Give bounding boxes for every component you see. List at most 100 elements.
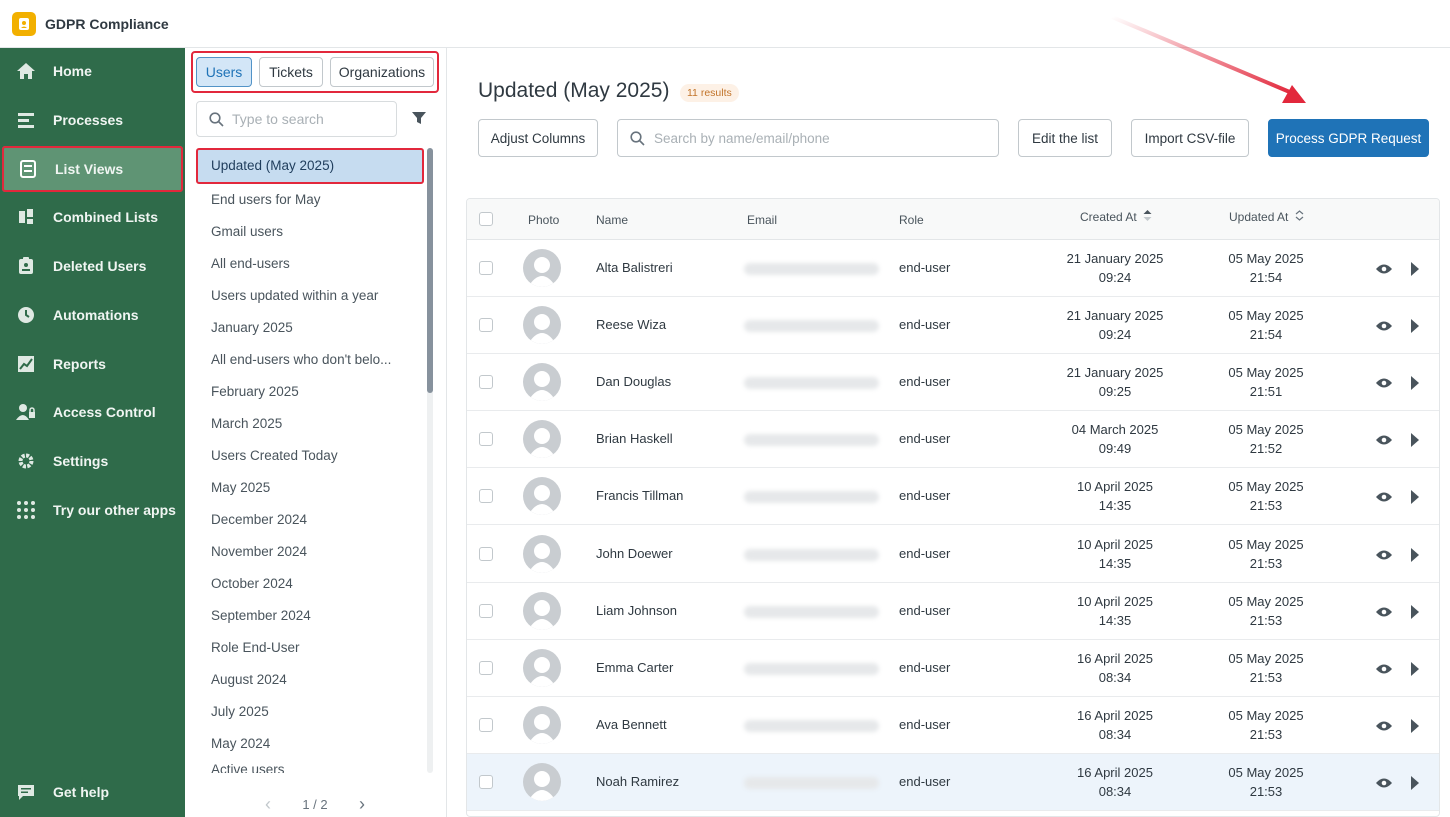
view-item[interactable]: Users updated within a year xyxy=(196,280,406,312)
table-row[interactable]: John Doewer end-user 10 April 2025 14:35 05 … xyxy=(467,526,1439,583)
get-help-link[interactable]: Get help xyxy=(0,769,185,815)
eye-icon[interactable] xyxy=(1376,663,1392,675)
view-item[interactable]: October 2024 xyxy=(196,568,406,600)
view-item[interactable]: November 2024 xyxy=(196,536,406,568)
view-item[interactable]: July 2025 xyxy=(196,696,406,728)
eye-icon[interactable] xyxy=(1376,777,1392,789)
sidebar-item-deleted-users[interactable]: Deleted Users xyxy=(0,243,185,289)
sidebar-item-home[interactable]: Home xyxy=(0,48,185,94)
row-checkbox[interactable] xyxy=(479,318,493,332)
row-checkbox[interactable] xyxy=(479,489,493,503)
tab-organizations[interactable]: Organizations xyxy=(330,57,434,87)
table-row[interactable]: Reese Wiza end-user 21 January 2025 09:24 05… xyxy=(467,297,1439,354)
view-item[interactable]: February 2025 xyxy=(196,376,406,408)
sidebar-item-reports[interactable]: Reports xyxy=(0,341,185,387)
row-checkbox[interactable] xyxy=(479,375,493,389)
user-name[interactable]: Dan Douglas xyxy=(596,374,671,389)
expand-arrow-icon[interactable] xyxy=(1410,433,1420,447)
view-item[interactable]: Gmail users xyxy=(196,216,406,248)
user-name[interactable]: John Doewer xyxy=(596,546,673,561)
view-item[interactable]: March 2025 xyxy=(196,408,406,440)
expand-arrow-icon[interactable] xyxy=(1410,719,1420,733)
sidebar-item-access-control[interactable]: Access Control xyxy=(0,389,185,435)
sidebar-item-settings[interactable]: Settings xyxy=(0,438,185,484)
row-checkbox[interactable] xyxy=(479,661,493,675)
row-checkbox[interactable] xyxy=(479,718,493,732)
row-checkbox[interactable] xyxy=(479,547,493,561)
expand-arrow-icon[interactable] xyxy=(1410,776,1420,790)
view-item[interactable]: Updated (May 2025) xyxy=(196,148,424,184)
view-item[interactable]: End users for May xyxy=(196,184,406,216)
user-name[interactable]: Ava Bennett xyxy=(596,717,667,732)
user-name[interactable]: Francis Tillman xyxy=(596,488,683,503)
view-item[interactable]: May 2024 xyxy=(196,728,406,760)
eye-icon[interactable] xyxy=(1376,263,1392,275)
user-name[interactable]: Alta Balistreri xyxy=(596,260,673,275)
eye-icon[interactable] xyxy=(1376,320,1392,332)
user-search-input[interactable] xyxy=(654,130,984,146)
table-row[interactable]: Ava Bennett end-user 16 April 2025 08:34 05 … xyxy=(467,697,1439,754)
expand-arrow-icon[interactable] xyxy=(1410,490,1420,504)
edit-list-button[interactable]: Edit the list xyxy=(1018,119,1112,157)
row-checkbox[interactable] xyxy=(479,261,493,275)
expand-arrow-icon[interactable] xyxy=(1410,605,1420,619)
column-updated-at[interactable]: Updated At xyxy=(1229,210,1304,224)
view-item[interactable]: September 2024 xyxy=(196,600,406,632)
tab-tickets[interactable]: Tickets xyxy=(259,57,323,87)
expand-arrow-icon[interactable] xyxy=(1410,376,1420,390)
view-item[interactable]: December 2024 xyxy=(196,504,406,536)
column-email[interactable]: Email xyxy=(747,213,777,227)
user-name[interactable]: Liam Johnson xyxy=(596,603,677,618)
row-checkbox[interactable] xyxy=(479,432,493,446)
eye-icon[interactable] xyxy=(1376,491,1392,503)
expand-arrow-icon[interactable] xyxy=(1410,319,1420,333)
eye-icon[interactable] xyxy=(1376,434,1392,446)
view-item[interactable]: Users Created Today xyxy=(196,440,406,472)
user-name[interactable]: Brian Haskell xyxy=(596,431,673,446)
table-row[interactable]: Alta Balistreri end-user 21 January 2025 09… xyxy=(467,240,1439,297)
filter-icon[interactable] xyxy=(411,110,427,126)
eye-icon[interactable] xyxy=(1376,606,1392,618)
view-item[interactable]: May 2025 xyxy=(196,472,406,504)
view-item[interactable]: All end-users who don't belo... xyxy=(196,344,406,376)
table-row[interactable]: Brian Haskell end-user 04 March 2025 09:49 0… xyxy=(467,411,1439,468)
sidebar-item-processes[interactable]: Processes xyxy=(0,97,185,143)
row-checkbox[interactable] xyxy=(479,604,493,618)
sidebar-item-list-views[interactable]: List Views xyxy=(2,146,183,192)
view-item[interactable]: August 2024 xyxy=(196,664,406,696)
user-name[interactable]: Reese Wiza xyxy=(596,317,666,332)
sidebar-item-automations[interactable]: Automations xyxy=(0,292,185,338)
adjust-columns-button[interactable]: Adjust Columns xyxy=(478,119,598,157)
eye-icon[interactable] xyxy=(1376,549,1392,561)
table-row[interactable]: Francis Tillman end-user 10 April 2025 14:3… xyxy=(467,468,1439,525)
view-item[interactable]: All end-users xyxy=(196,248,406,280)
expand-arrow-icon[interactable] xyxy=(1410,548,1420,562)
view-search-input[interactable] xyxy=(232,111,392,127)
view-item[interactable]: January 2025 xyxy=(196,312,406,344)
scrollbar-thumb[interactable] xyxy=(427,148,433,393)
user-name[interactable]: Emma Carter xyxy=(596,660,673,675)
pager-next-button[interactable]: › xyxy=(359,794,365,815)
tab-users[interactable]: Users xyxy=(196,57,252,87)
table-row[interactable]: Noah Ramirez end-user 16 April 2025 08:34 05… xyxy=(467,754,1439,811)
eye-icon[interactable] xyxy=(1376,377,1392,389)
row-checkbox[interactable] xyxy=(479,775,493,789)
table-row[interactable]: Liam Johnson end-user 10 April 2025 14:35 05… xyxy=(467,583,1439,640)
view-item[interactable]: Role End-User xyxy=(196,632,406,664)
column-role[interactable]: Role xyxy=(899,213,924,227)
table-row[interactable]: Emma Carter end-user 16 April 2025 08:34 05 … xyxy=(467,640,1439,697)
user-name[interactable]: Noah Ramirez xyxy=(596,774,679,789)
import-csv-button[interactable]: Import CSV-file xyxy=(1131,119,1249,157)
table-row[interactable]: Dan Douglas end-user 21 January 2025 09:25 0… xyxy=(467,354,1439,411)
select-all-checkbox[interactable] xyxy=(479,212,493,226)
column-created-at[interactable]: Created At xyxy=(1080,210,1152,224)
column-name[interactable]: Name xyxy=(596,213,628,227)
sidebar-item-combined-lists[interactable]: Combined Lists xyxy=(0,194,185,240)
process-gdpr-request-button[interactable]: Process GDPR Request xyxy=(1268,119,1429,157)
eye-icon[interactable] xyxy=(1376,720,1392,732)
view-list-scrollbar[interactable] xyxy=(427,148,433,773)
view-item[interactable]: Active users xyxy=(196,760,406,773)
expand-arrow-icon[interactable] xyxy=(1410,262,1420,276)
expand-arrow-icon[interactable] xyxy=(1410,662,1420,676)
pager-prev-button[interactable]: ‹ xyxy=(265,794,271,815)
